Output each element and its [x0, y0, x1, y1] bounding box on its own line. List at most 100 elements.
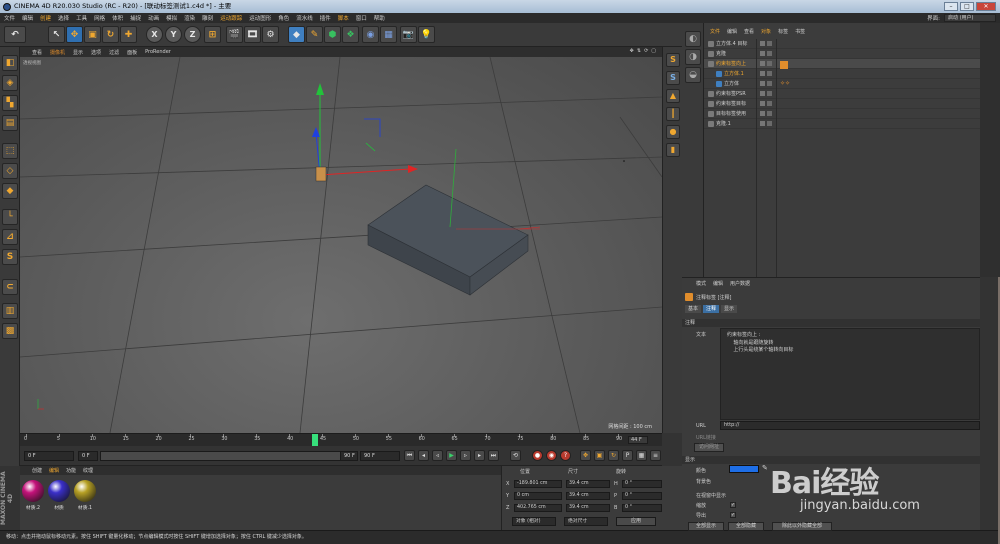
menu-item[interactable]: 雕刻 [202, 14, 213, 22]
snap-s-button[interactable]: S [666, 53, 680, 67]
position-x-field[interactable]: -189.801 cm [514, 480, 562, 488]
hide-all-button[interactable]: 全部隐藏 [728, 522, 764, 531]
menu-item[interactable]: 窗口 [356, 14, 367, 22]
show-all-button[interactable]: 全部显示 [688, 522, 724, 531]
layout-select[interactable]: 启动 (用户) [944, 14, 996, 22]
next-frame-button[interactable]: ▹ [460, 450, 471, 461]
viewport[interactable]: 透视视图 网格间距: 100 cm [20, 57, 662, 433]
edges-mode-button[interactable]: ◇ [2, 163, 18, 179]
start-frame-field[interactable]: 0 F [24, 451, 74, 461]
material-menu-item[interactable]: 纹理 [83, 467, 93, 474]
color-swatch[interactable] [729, 465, 759, 473]
visibility-toggle[interactable] [760, 81, 765, 86]
go-to-end-button[interactable]: ⏭ [488, 450, 499, 461]
go-to-start-button[interactable]: ⏮ [404, 450, 415, 461]
position-y-field[interactable]: 0 cm [514, 492, 562, 500]
edit-render-settings-button[interactable]: ⚙ [262, 26, 279, 43]
move-button[interactable]: ✥ [66, 26, 83, 43]
layer-tab-button[interactable]: ◑ [685, 49, 701, 65]
dimension-button[interactable]: ▮ [666, 143, 680, 157]
object-row[interactable]: 立方体 [704, 79, 980, 89]
texture-mode-button[interactable]: ▚ [2, 95, 18, 111]
scale-checkbox[interactable]: ✓ [730, 502, 736, 508]
rotation-p-field[interactable]: 0 ° [622, 492, 662, 500]
object-menu-item[interactable]: 查看 [744, 28, 754, 38]
material-ball[interactable] [48, 480, 70, 502]
key-position-button[interactable]: ✥ [580, 450, 591, 461]
render-toggle[interactable] [767, 81, 772, 86]
paint-button[interactable]: ▩ [2, 323, 18, 339]
material-menu-item[interactable]: 创建 [32, 467, 42, 474]
keyframe-selection-button[interactable]: ? [560, 450, 571, 461]
quantize-button[interactable]: ● [666, 125, 680, 139]
apply-button[interactable]: 应用 [616, 517, 656, 526]
coordinate-system-button[interactable]: ⊞ [204, 26, 221, 43]
material-ball[interactable] [22, 480, 44, 502]
planar-workplane-button[interactable]: ▥ [2, 303, 18, 319]
menu-item[interactable]: 网格 [94, 14, 105, 22]
guide-button[interactable]: ┃ [666, 107, 680, 121]
menu-item[interactable]: 渲染 [184, 14, 195, 22]
viewport-menu-item[interactable]: ProRender [145, 49, 171, 55]
visibility-toggle[interactable] [760, 71, 765, 76]
viewport-toggle-icon[interactable]: ▢ [651, 48, 656, 54]
key-parameter-button[interactable]: P [622, 450, 633, 461]
render-toggle[interactable] [767, 51, 772, 56]
visibility-toggle[interactable] [760, 91, 765, 96]
record-active-button[interactable]: ● [532, 450, 543, 461]
menu-item[interactable]: 工具 [76, 14, 87, 22]
camera-button[interactable]: 📷 [400, 26, 417, 43]
render-toggle[interactable] [767, 61, 772, 66]
play-button[interactable]: ▶ [446, 450, 457, 461]
key-pla-button[interactable]: ▦ [636, 450, 647, 461]
menu-item[interactable]: 捕捉 [130, 14, 141, 22]
attribute-menu-item[interactable]: 用户数据 [730, 280, 750, 289]
rotation-h-field[interactable]: 0 ° [622, 480, 662, 488]
viewport-menu-item[interactable]: 过滤 [109, 49, 119, 56]
undo-button[interactable]: ↶ [4, 26, 26, 43]
menu-item[interactable]: 模拟 [166, 14, 177, 22]
object-row[interactable]: 立方体.1 [704, 69, 980, 79]
viewport-menu-item[interactable]: 摄像机 [50, 49, 65, 56]
locked-workplane-button[interactable]: ⊂ [2, 279, 18, 295]
y-axis-button[interactable]: Y [165, 26, 182, 43]
close-button[interactable]: ✕ [976, 2, 996, 11]
attribute-menu-item[interactable]: 编辑 [713, 280, 723, 289]
menu-item[interactable]: 帮助 [374, 14, 385, 22]
menu-item[interactable]: 插件 [320, 14, 331, 22]
live-select-button[interactable]: ↖ [48, 26, 65, 43]
frame-range-slider[interactable] [100, 451, 358, 461]
menu-item[interactable]: 运动图形 [249, 14, 271, 22]
color-picker-icon[interactable]: ✎ [762, 464, 768, 472]
url-field[interactable]: http:// [720, 421, 980, 430]
coord-mode-select[interactable]: 对象 (相对) [512, 517, 556, 526]
object-row[interactable]: 约束标签向上 [704, 59, 980, 69]
menu-item[interactable]: 动画 [148, 14, 159, 22]
min-frame-field[interactable]: 0 F [78, 451, 98, 461]
timeline-menu-button[interactable]: ≡ [650, 450, 661, 461]
menu-item[interactable]: 脚本 [338, 14, 349, 22]
menu-item[interactable]: 运动跟踪 [220, 14, 242, 22]
workplane-toggle-button[interactable]: ▲ [666, 89, 680, 103]
rotate-button[interactable]: ↻ [102, 26, 119, 43]
visibility-toggle[interactable] [760, 41, 765, 46]
object-menu-item[interactable]: 标签 [778, 28, 788, 38]
snap-settings-button[interactable]: S [666, 71, 680, 85]
workplane-button[interactable]: ▤ [2, 115, 18, 131]
menu-item[interactable]: 编辑 [22, 14, 33, 22]
light-button[interactable]: 💡 [418, 26, 435, 43]
structure-tab-button[interactable]: ◒ [685, 67, 701, 83]
viewport-rotate-icon[interactable]: ⟳ [644, 48, 648, 54]
material-ball[interactable] [74, 480, 96, 502]
viewport-menu-item[interactable]: 查看 [32, 49, 42, 56]
subdivision-button[interactable]: ⬢ [324, 26, 341, 43]
visibility-toggle[interactable] [760, 51, 765, 56]
render-toggle[interactable] [767, 111, 772, 116]
annotation-tag-icon[interactable] [780, 61, 788, 69]
render-toggle[interactable] [767, 101, 772, 106]
loop-button[interactable]: ⟲ [510, 450, 521, 461]
object-menu-item[interactable]: 编辑 [727, 28, 737, 38]
points-mode-button[interactable]: ⬚ [2, 143, 18, 159]
size-z-field[interactable]: 39.4 cm [566, 504, 610, 512]
recent-tool-button[interactable]: ✚ [120, 26, 137, 43]
